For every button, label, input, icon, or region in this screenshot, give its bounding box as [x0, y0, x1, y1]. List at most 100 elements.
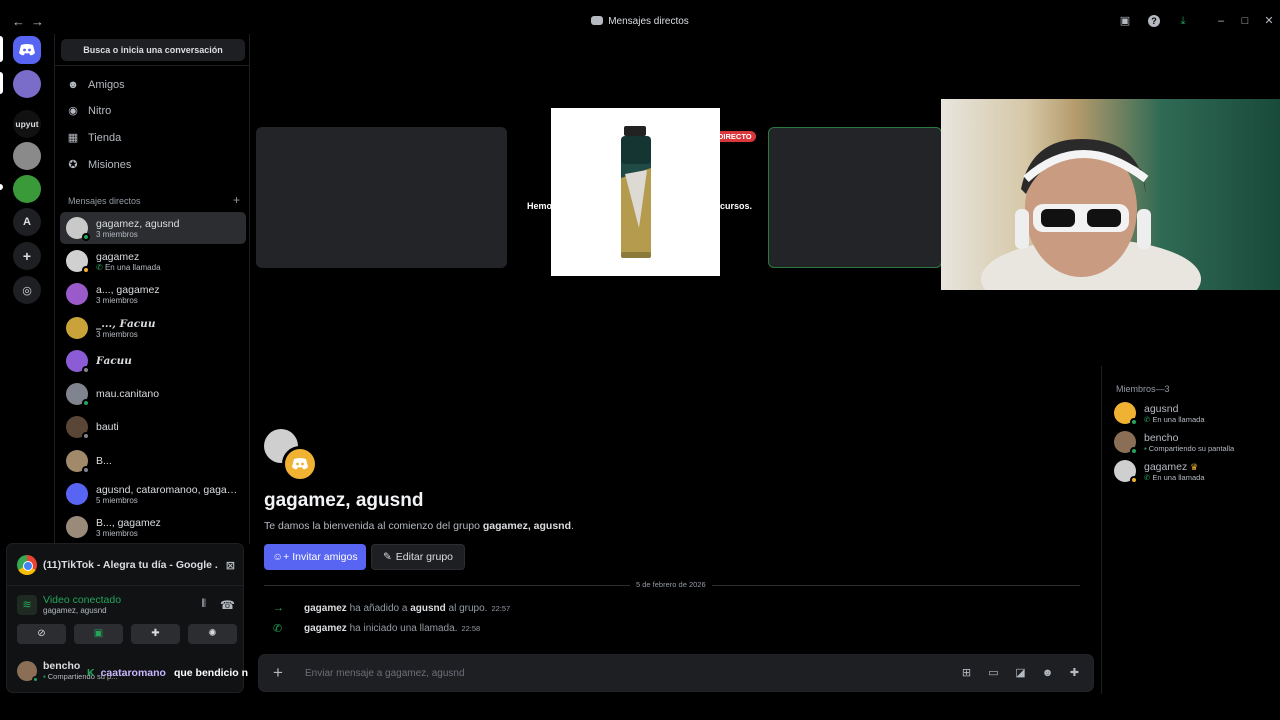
friends-icon: ☻ — [67, 79, 79, 91]
message-composer: + Enviar mensaje a gagamez, agusnd ⊞ ▭ ◪… — [258, 654, 1094, 692]
phone-icon: ✆ — [273, 623, 283, 635]
add-friend-icon: ☺+ — [272, 551, 290, 563]
member-item[interactable]: bencho ▪ Compartiendo su pantalla — [1114, 431, 1234, 455]
dm-item[interactable]: gagamez ✆ En una llamada — [60, 245, 246, 277]
live-badge: DIRECTO — [714, 131, 756, 142]
webcam-person-image — [981, 139, 1201, 290]
dm-item[interactable]: a..., gagamez 3 miembros — [60, 278, 246, 310]
stream-image[interactable] — [551, 108, 720, 276]
server-photo[interactable] — [13, 142, 41, 170]
dm-sidebar: Busca o inicia una conversación ☻ Amigos … — [54, 34, 251, 544]
voice-connection: ≋ Video conectado gagamez, agusnd ⦀ ☎ — [17, 594, 235, 615]
menu-quests[interactable]: ✪ Misiones — [67, 155, 131, 175]
dm-item[interactable]: B... — [60, 445, 246, 477]
attach-plus-icon[interactable]: + — [273, 664, 287, 681]
status-dot — [82, 233, 90, 241]
server-avatar-green[interactable] — [13, 175, 41, 203]
status-dot — [82, 366, 90, 374]
group-title: gagamez, agusnd — [264, 490, 424, 511]
avatar — [66, 317, 88, 339]
noise-suppression-icon[interactable]: ⦀ — [201, 598, 206, 611]
avatar — [1114, 431, 1138, 455]
arrow-right-icon: → — [273, 602, 284, 614]
call-tile[interactable] — [256, 127, 507, 268]
status-dot — [1130, 418, 1138, 426]
dm-item[interactable]: agusnd, cataromanoo, gagamez 5 miembros — [60, 478, 246, 510]
dm-item[interactable]: gagamez, agusnd 3 miembros — [60, 212, 246, 244]
discord-icon — [591, 16, 604, 25]
nitro-icon: ◉ — [68, 105, 78, 117]
close-icon[interactable]: ✕ — [1263, 15, 1275, 27]
edit-group-button[interactable]: ✎ Editar grupo — [371, 544, 465, 570]
group-avatar — [264, 429, 318, 483]
webcam-video[interactable] — [941, 99, 1280, 290]
stream-row[interactable]: (11)TikTok - Alegra tu día - Google ... … — [17, 555, 235, 575]
status-dot — [82, 466, 90, 474]
sticker-icon[interactable]: ◪ — [1014, 667, 1027, 680]
avatar — [66, 350, 90, 374]
new-dm-plus-icon[interactable]: + — [233, 194, 240, 206]
date-divider: 5 de febrero de 2026 — [264, 580, 1080, 589]
selected-pill — [0, 36, 3, 62]
apps-icon[interactable]: ✚ — [1068, 667, 1081, 680]
soundboard-button[interactable]: ✺ — [188, 624, 237, 644]
gif-icon[interactable]: ▭ — [987, 667, 1000, 680]
bottom-strip — [0, 694, 1280, 720]
menu-friends[interactable]: ☻ Amigos — [67, 75, 124, 95]
explore-icon[interactable]: ◎ — [13, 276, 41, 304]
help-icon[interactable]: ? — [1148, 15, 1160, 27]
activities-button[interactable]: ✚ — [131, 624, 180, 644]
avatar — [1114, 460, 1138, 484]
status-dot — [82, 432, 90, 440]
signal-icon[interactable]: ≋ — [17, 594, 37, 615]
inbox-icon[interactable]: ▣ — [1119, 15, 1131, 27]
maximize-icon[interactable]: □ — [1239, 15, 1251, 27]
dm-item[interactable]: 𝑭𝒂𝒄𝒖𝒖 — [60, 345, 246, 377]
dm-item[interactable]: B..., gagamez 3 miembros — [60, 511, 246, 543]
quests-icon: ✪ — [68, 159, 78, 171]
unread-pill — [0, 72, 3, 94]
call-tile-speaking[interactable] — [768, 127, 942, 268]
dm-item[interactable]: bauti — [60, 411, 246, 443]
stop-stream-icon[interactable]: ⊠ — [226, 559, 235, 572]
member-item[interactable]: agusnd ✆ En una llamada — [1114, 402, 1205, 426]
deodorant-can-image — [621, 126, 651, 258]
status-dot — [82, 266, 90, 274]
kick-icon: K — [87, 667, 95, 679]
menu-shop[interactable]: ▦ Tienda — [67, 128, 121, 148]
server-letter[interactable]: A — [13, 208, 41, 236]
avatar — [66, 283, 88, 305]
avatar — [66, 217, 90, 241]
download-icon[interactable]: ⤓ — [1177, 15, 1189, 27]
status-marquee: Kcaataromano que bendicio n — [87, 667, 249, 679]
voice-buttons: ⊘ ▣ ✚ ✺ — [17, 624, 237, 644]
discord-avatar-icon — [282, 446, 318, 482]
minimize-icon[interactable]: – — [1215, 15, 1227, 27]
message-input[interactable]: Enviar mensaje a gagamez, agusnd — [305, 668, 465, 679]
camera-off-button[interactable]: ⊘ — [17, 624, 66, 644]
server-upyut[interactable]: upyut — [13, 110, 41, 138]
member-item[interactable]: gagamez ♛ ✆ En una llamada — [1114, 460, 1205, 484]
screen-share-button[interactable]: ▣ — [74, 624, 123, 644]
avatar — [66, 483, 88, 505]
emoji-icon[interactable]: ☻ — [1041, 667, 1054, 680]
phone-icon: ✆ — [96, 262, 105, 272]
avatar — [66, 383, 90, 407]
add-server-icon[interactable]: + — [13, 242, 41, 270]
invite-friends-button[interactable]: ☺+ Invitar amigos — [264, 544, 366, 570]
avatar — [66, 516, 88, 538]
status-dot — [82, 399, 90, 407]
window-title: Mensajes directos — [0, 16, 1280, 27]
server-avatar[interactable] — [13, 70, 41, 98]
divider — [55, 65, 251, 66]
status-dot — [32, 675, 39, 683]
search-input[interactable]: Busca o inicia una conversación — [61, 39, 245, 61]
disconnect-icon[interactable]: ☎ — [220, 598, 235, 612]
gift-icon[interactable]: ⊞ — [960, 667, 973, 680]
dm-item[interactable]: _..., 𝑭𝒂𝒄𝒖𝒖 3 miembros — [60, 312, 246, 344]
dm-item[interactable]: mau.canitano — [60, 378, 246, 410]
avatar — [66, 250, 90, 274]
avatar — [17, 660, 39, 683]
home-button[interactable] — [13, 36, 41, 64]
menu-nitro[interactable]: ◉ Nitro — [67, 101, 111, 121]
